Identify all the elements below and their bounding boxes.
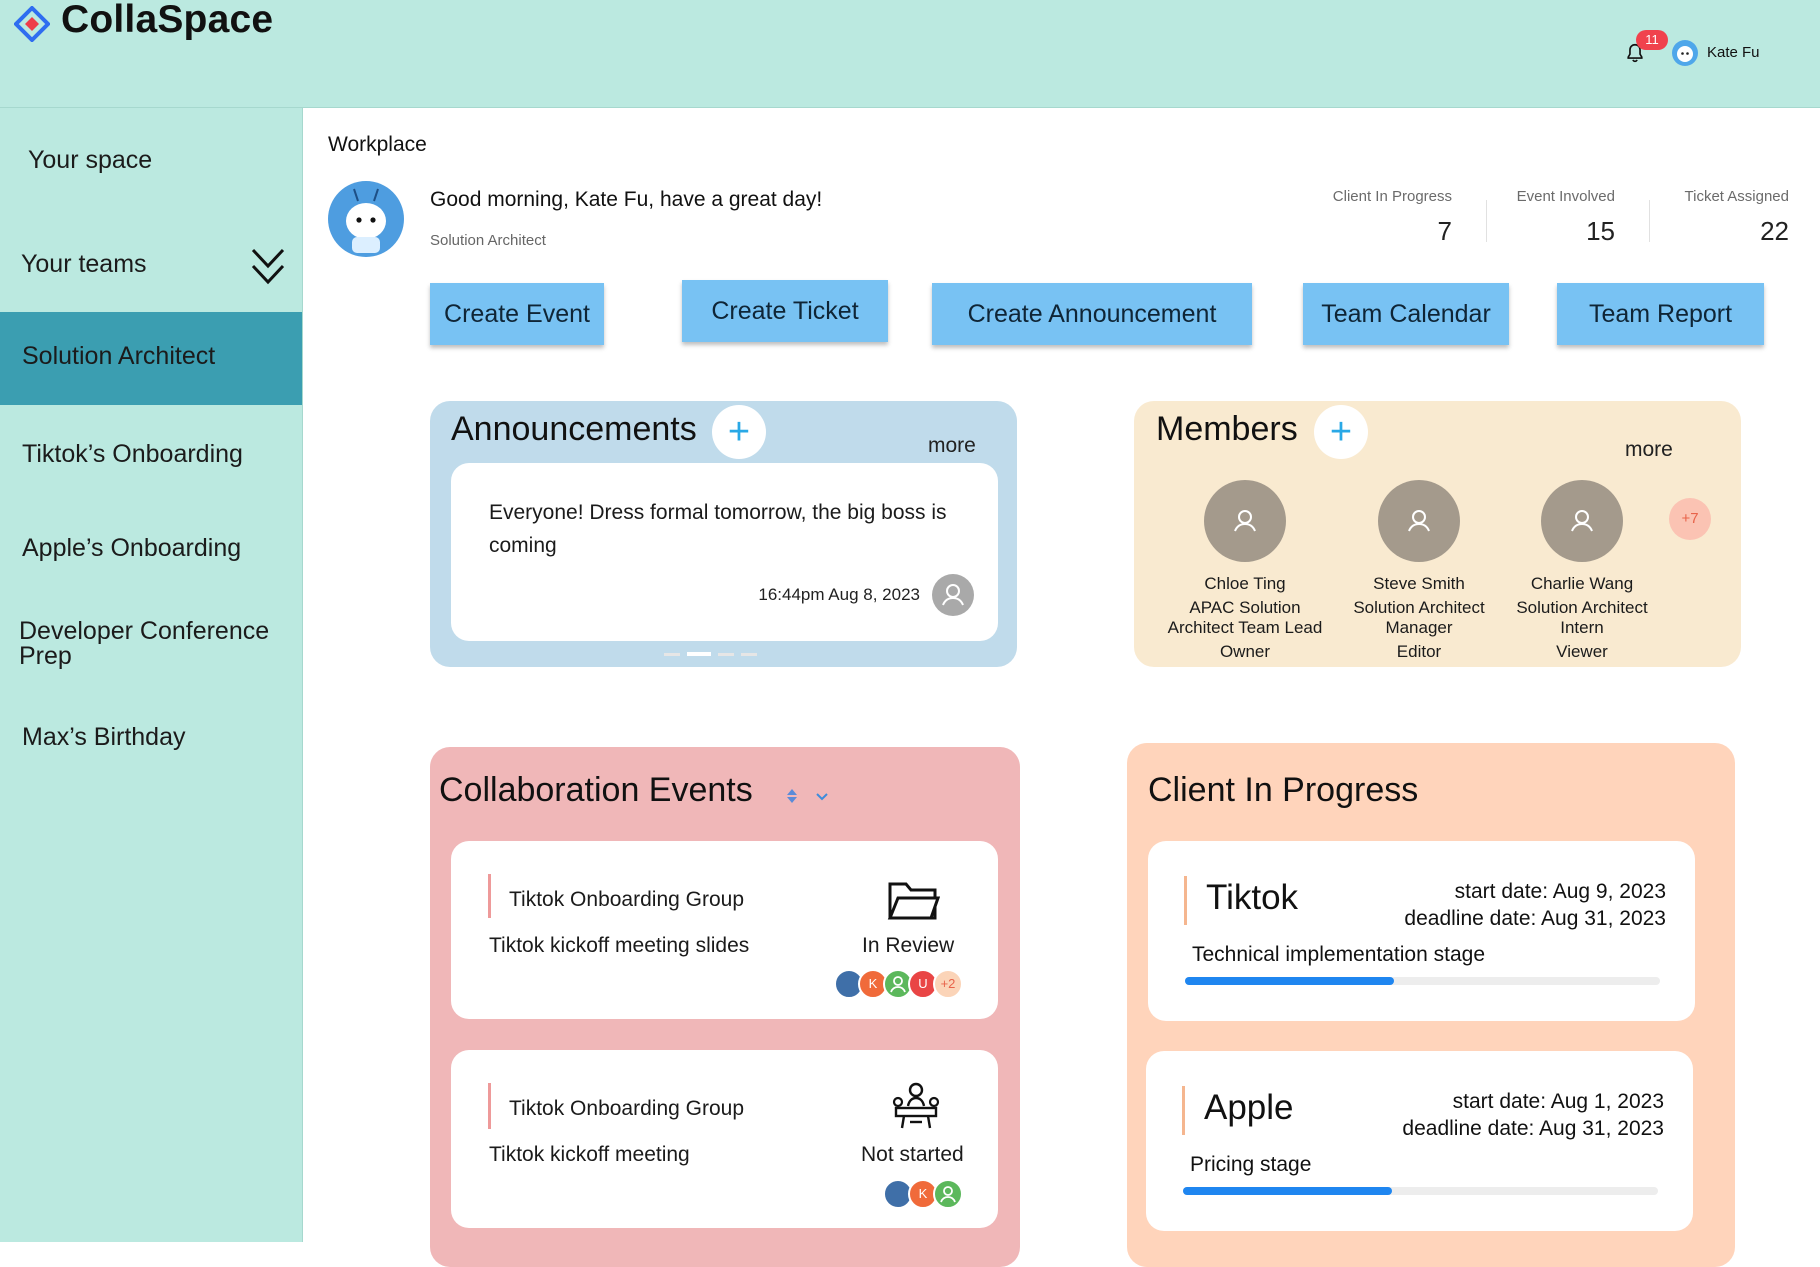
team-report-button[interactable]: Team Report <box>1557 283 1764 345</box>
client-start-date: start date: Aug 1, 2023 <box>1452 1090 1664 1113</box>
client-progress-fill <box>1185 977 1394 985</box>
create-announcement-button[interactable]: Create Announcement <box>932 283 1252 345</box>
more-participants-badge[interactable]: +2 <box>933 969 963 999</box>
member-role: Owner <box>1219 642 1271 661</box>
client-name: Tiktok <box>1206 878 1299 917</box>
stat-client-in-progress-label: Client In Progress <box>1332 188 1452 205</box>
client-start-date: start date: Aug 9, 2023 <box>1454 880 1666 903</box>
user-name[interactable]: Kate Fu <box>1707 44 1760 61</box>
announcements-title: Announcements <box>451 410 697 448</box>
team-calendar-button[interactable]: Team Calendar <box>1303 283 1509 345</box>
member-role: Viewer <box>1556 642 1608 661</box>
client-deadline-date: deadline date: Aug 31, 2023 <box>1404 907 1666 930</box>
event-title: Tiktok kickoff meeting <box>489 1143 690 1166</box>
member-avatar <box>1378 480 1460 562</box>
chevron-double-down-icon[interactable] <box>250 246 286 286</box>
user-role: Solution Architect <box>430 232 546 249</box>
client-progress-fill <box>1183 1187 1392 1195</box>
sidebar-item-solution-architect[interactable]: Solution Architect <box>22 342 292 371</box>
member-avatar <box>1541 480 1623 562</box>
member-card[interactable]: Charlie Wang Solution Architect Intern V… <box>1497 480 1667 662</box>
stat-event-involved-value: 15 <box>1586 216 1615 246</box>
member-position: Solution Architect Intern <box>1516 598 1648 637</box>
event-status: Not started <box>861 1143 964 1166</box>
meeting-icon <box>892 1082 940 1129</box>
participant-avatar[interactable] <box>933 1179 963 1209</box>
members-title: Members <box>1156 410 1298 448</box>
collaboration-events-title: Collaboration Events <box>439 771 753 809</box>
announcements-more-link[interactable]: more <box>928 434 976 458</box>
member-name: Charlie Wang <box>1530 574 1634 593</box>
page-title: Workplace <box>328 133 427 156</box>
add-announcement-button[interactable]: + <box>712 405 766 459</box>
sidebar-item-your-space[interactable]: Your space <box>28 146 288 175</box>
sidebar-item-apples-onboarding[interactable]: Apple’s Onboarding <box>22 534 292 563</box>
announcement-text: Everyone! Dress formal tomorrow, the big… <box>489 501 947 557</box>
event-title: Tiktok kickoff meeting slides <box>489 934 750 957</box>
member-name: Chloe Ting <box>1204 574 1286 593</box>
client-in-progress-title: Client In Progress <box>1148 771 1419 809</box>
sidebar-item-developer-conference-prep[interactable]: Developer Conference Prep <box>19 619 289 669</box>
client-name: Apple <box>1204 1088 1294 1127</box>
client-stage: Pricing stage <box>1190 1153 1312 1176</box>
client-dates: start date: Aug 1, 2023 deadline date: A… <box>1358 1088 1664 1142</box>
member-position: Solution Architect Manager <box>1353 598 1485 637</box>
client-accent-bar <box>1184 876 1187 925</box>
member-card[interactable]: Chloe Ting APAC Solution Architect Team … <box>1160 480 1330 662</box>
greeting-text: Good morning, Kate Fu, have a great day! <box>430 188 823 211</box>
more-members-badge[interactable]: +7 <box>1669 498 1711 540</box>
client-deadline-date: deadline date: Aug 31, 2023 <box>1402 1117 1664 1140</box>
create-ticket-button[interactable]: Create Ticket <box>682 280 888 342</box>
event-accent-bar <box>488 874 491 918</box>
filter-chevron-icon[interactable] <box>816 792 828 802</box>
create-event-button[interactable]: Create Event <box>430 283 604 345</box>
stat-ticket-assigned-value: 22 <box>1760 216 1789 246</box>
carousel-dot[interactable] <box>664 653 680 656</box>
stat-client-in-progress-value: 7 <box>1437 216 1452 246</box>
client-progress-bar <box>1183 1187 1658 1195</box>
event-status: In Review <box>862 934 955 957</box>
notification-count-badge[interactable]: 11 <box>1636 30 1668 50</box>
add-member-button[interactable]: + <box>1314 405 1368 459</box>
members-more-link[interactable]: more <box>1625 438 1673 462</box>
carousel-dot-active[interactable] <box>687 652 711 656</box>
sort-icon[interactable] <box>786 788 798 804</box>
sidebar-item-your-teams[interactable]: Your teams <box>21 250 241 279</box>
sidebar-item-tiktoks-onboarding[interactable]: Tiktok’s Onboarding <box>22 440 292 469</box>
app-name[interactable]: CollaSpace <box>61 0 273 42</box>
carousel-dot[interactable] <box>718 653 734 656</box>
announcement-timestamp: 16:44pm Aug 8, 2023 <box>758 585 920 604</box>
profile-avatar[interactable] <box>328 181 404 257</box>
sidebar-item-maxs-birthday[interactable]: Max’s Birthday <box>22 723 292 752</box>
announcement-author-avatar[interactable] <box>932 574 974 616</box>
event-group: Tiktok Onboarding Group <box>509 1097 745 1120</box>
client-stage: Technical implementation stage <box>1192 943 1485 966</box>
stat-event-involved-label: Event Involved <box>1516 188 1615 205</box>
stat-ticket-assigned-label: Ticket Assigned <box>1684 188 1790 205</box>
user-avatar[interactable] <box>1672 40 1698 66</box>
client-accent-bar <box>1182 1086 1185 1135</box>
event-accent-bar <box>488 1083 491 1129</box>
member-card[interactable]: Steve Smith Solution Architect Manager E… <box>1334 480 1504 662</box>
client-dates: start date: Aug 9, 2023 deadline date: A… <box>1360 878 1666 932</box>
member-avatar <box>1204 480 1286 562</box>
event-group: Tiktok Onboarding Group <box>509 888 745 911</box>
client-progress-bar <box>1185 977 1660 985</box>
member-role: Editor <box>1396 642 1442 661</box>
collaspace-logo-icon[interactable] <box>14 6 50 42</box>
member-position: APAC Solution Architect Team Lead <box>1167 598 1323 637</box>
member-name: Steve Smith <box>1373 574 1465 593</box>
carousel-dot[interactable] <box>741 653 757 656</box>
folder-icon <box>887 882 940 920</box>
